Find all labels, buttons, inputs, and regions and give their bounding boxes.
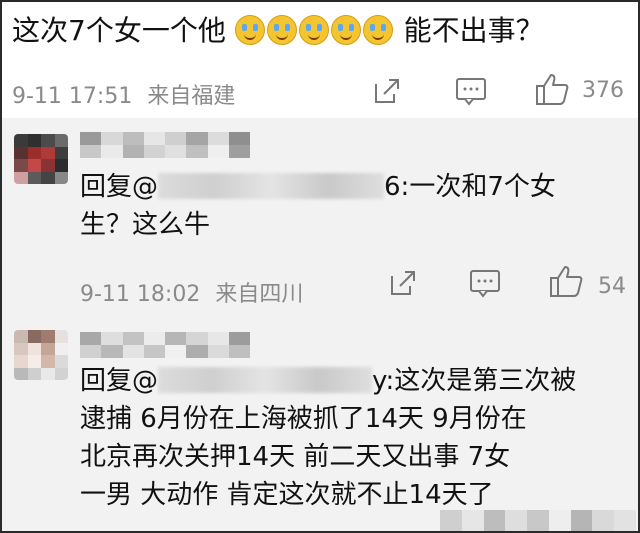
- image-border: [0, 0, 640, 533]
